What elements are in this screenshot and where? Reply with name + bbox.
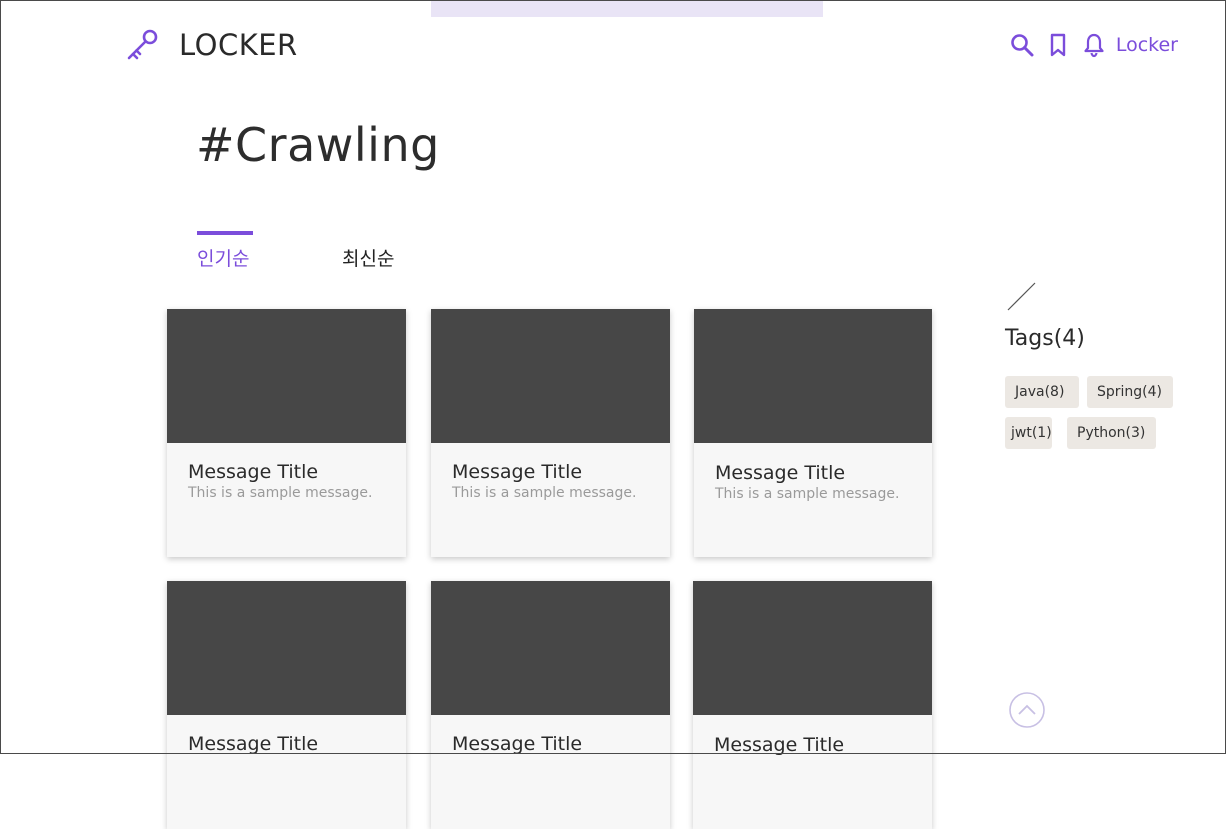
header-actions: Locker: [1009, 32, 1178, 58]
user-menu-link[interactable]: Locker: [1116, 34, 1178, 56]
post-card[interactable]: Message Title: [693, 581, 932, 829]
post-card[interactable]: Message Title This is a sample message.: [694, 309, 932, 557]
card-text: This is a sample message.: [715, 486, 900, 502]
card-thumbnail: [694, 309, 932, 443]
tag-chip-spring[interactable]: Spring(4): [1087, 376, 1173, 408]
card-thumbnail: [693, 581, 932, 715]
post-card[interactable]: Message Title: [167, 581, 406, 829]
divider-slash-icon: [1007, 282, 1036, 311]
post-card[interactable]: Message Title This is a sample message.: [431, 309, 670, 557]
card-title: Message Title: [715, 462, 846, 484]
card-thumbnail: [167, 581, 406, 715]
brand-name: LOCKER: [179, 28, 298, 62]
card-text: This is a sample message.: [452, 485, 637, 501]
bookmark-icon[interactable]: [1045, 32, 1071, 58]
search-icon[interactable]: [1009, 32, 1035, 58]
scroll-to-top-icon[interactable]: [1008, 691, 1046, 729]
card-thumbnail: [431, 581, 670, 715]
card-thumbnail: [431, 309, 670, 443]
tag-chip-python[interactable]: Python(3): [1067, 417, 1156, 449]
top-banner-strip: [431, 1, 823, 17]
card-title: Message Title: [188, 733, 319, 755]
tag-chip-java[interactable]: Java(8): [1005, 376, 1079, 408]
card-title: Message Title: [188, 461, 319, 483]
active-tab-indicator: [197, 231, 253, 235]
card-title: Message Title: [452, 461, 583, 483]
tag-chip-jwt[interactable]: jwt(1): [1005, 417, 1052, 449]
tab-popular[interactable]: 인기순: [197, 244, 249, 271]
card-text: This is a sample message.: [188, 485, 373, 501]
brand-logo[interactable]: LOCKER: [124, 27, 298, 63]
card-title: Message Title: [452, 733, 583, 755]
key-icon: [124, 27, 160, 63]
post-card[interactable]: Message Title: [431, 581, 670, 829]
card-thumbnail: [167, 309, 406, 443]
tags-heading: Tags(4): [1005, 326, 1085, 351]
page-title: #Crawling: [196, 118, 440, 172]
bell-icon[interactable]: [1081, 32, 1107, 58]
card-title: Message Title: [714, 734, 845, 756]
post-card[interactable]: Message Title This is a sample message.: [167, 309, 406, 557]
tab-latest[interactable]: 최신순: [342, 244, 394, 271]
